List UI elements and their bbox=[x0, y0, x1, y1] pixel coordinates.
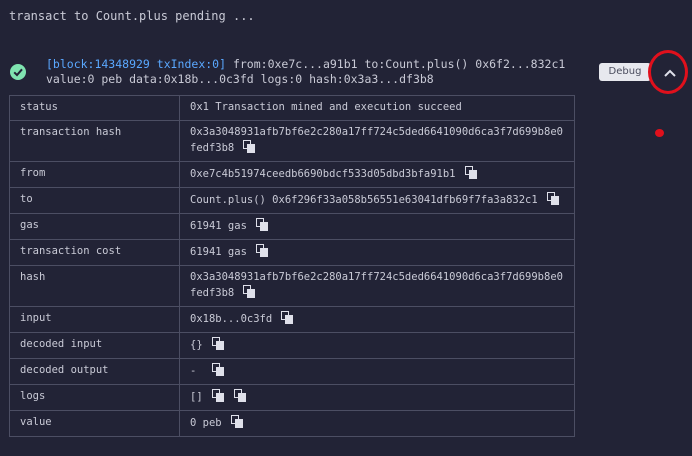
row-value: 61941 gas bbox=[179, 239, 575, 266]
row-value-text: 61941 gas bbox=[190, 220, 247, 232]
row-key: to bbox=[9, 187, 180, 214]
row-key: input bbox=[9, 306, 180, 333]
summary-line-1: [block:14348929 txIndex:0] from:0xe7c...… bbox=[46, 57, 565, 72]
table-row: from 0xe7c4b51974ceedb6690bdcf533d05dbd3b… bbox=[9, 161, 575, 188]
row-value: 0x3a3048931afb7bf6e2c280a17ff724c5ded664… bbox=[179, 265, 575, 307]
row-key: decoded input bbox=[9, 332, 180, 359]
check-circle-icon bbox=[10, 64, 26, 80]
row-value: 0x1 Transaction mined and execution succ… bbox=[179, 95, 575, 121]
row-key: value bbox=[9, 410, 180, 437]
copy-icon[interactable] bbox=[211, 363, 225, 376]
row-key: status bbox=[9, 95, 180, 121]
row-value: 61941 gas bbox=[179, 213, 575, 240]
row-value-text: 0x18b...0c3fd bbox=[190, 313, 273, 325]
copy-icon[interactable] bbox=[233, 389, 247, 402]
pending-status-text: transact to Count.plus pending ... bbox=[9, 9, 255, 23]
row-value: [] bbox=[179, 384, 575, 411]
table-row: decoded output - bbox=[9, 358, 575, 385]
copy-icon[interactable] bbox=[211, 337, 225, 350]
row-value: {} bbox=[179, 332, 575, 359]
transaction-summary[interactable]: [block:14348929 txIndex:0] from:0xe7c...… bbox=[46, 57, 565, 87]
block-index-label: [block:14348929 txIndex:0] bbox=[46, 57, 227, 71]
row-key: logs bbox=[9, 384, 180, 411]
copy-icon[interactable] bbox=[243, 285, 256, 298]
row-value-text: 0x1 Transaction mined and execution succ… bbox=[190, 101, 462, 113]
copy-icon[interactable] bbox=[281, 311, 294, 324]
table-row: transaction cost 61941 gas bbox=[9, 239, 575, 266]
table-row: decoded input {} bbox=[9, 332, 575, 359]
row-value-text: [] bbox=[190, 391, 203, 403]
row-value: 0x18b...0c3fd bbox=[179, 306, 575, 333]
row-key: transaction hash bbox=[9, 120, 180, 162]
row-value: 0x3a3048931afb7bf6e2c280a17ff724c5ded664… bbox=[179, 120, 575, 162]
table-row: transaction hash 0x3a3048931afb7bf6e2c280… bbox=[9, 120, 575, 162]
copy-icon[interactable] bbox=[255, 218, 269, 231]
copy-icon[interactable] bbox=[230, 415, 244, 428]
table-row: value 0 peb bbox=[9, 410, 575, 437]
table-row: logs [] bbox=[9, 384, 575, 411]
annotation-circle bbox=[648, 50, 688, 94]
table-row: status 0x1 Transaction mined and executio… bbox=[9, 95, 575, 121]
row-key: transaction cost bbox=[9, 239, 180, 266]
row-value-text: 0 peb bbox=[190, 417, 222, 429]
copy-icon[interactable] bbox=[243, 140, 256, 153]
row-value-text: Count.plus() 0x6f296f33a058b56551e63041d… bbox=[190, 194, 538, 206]
row-value: 0xe7c4b51974ceedb6690bdcf533d05dbd3bfa91… bbox=[179, 161, 575, 188]
row-value-text: 0xe7c4b51974ceedb6690bdcf533d05dbd3bfa91… bbox=[190, 168, 456, 180]
annotation-dot bbox=[655, 129, 664, 137]
row-value: 0 peb bbox=[179, 410, 575, 437]
summary-line-2: value:0 peb data:0x18b...0c3fd logs:0 ha… bbox=[46, 72, 434, 86]
copy-icon[interactable] bbox=[255, 244, 269, 257]
row-value: Count.plus() 0x6f296f33a058b56551e63041d… bbox=[179, 187, 575, 214]
row-value-text: - bbox=[190, 365, 203, 377]
copy-icon[interactable] bbox=[546, 192, 560, 205]
table-row: to Count.plus() 0x6f296f33a058b56551e6304… bbox=[9, 187, 575, 214]
debug-button[interactable]: Debug bbox=[599, 63, 651, 81]
copy-icon[interactable] bbox=[464, 166, 478, 179]
row-value: - bbox=[179, 358, 575, 385]
summary-from-to: from:0xe7c...a91b1 to:Count.plus() 0x6f2… bbox=[232, 57, 566, 71]
table-row: hash 0x3a3048931afb7bf6e2c280a17ff724c5de… bbox=[9, 265, 575, 307]
row-value-text: {} bbox=[190, 339, 203, 351]
row-value-text: 61941 gas bbox=[190, 246, 247, 258]
row-key: from bbox=[9, 161, 180, 188]
table-row: input 0x18b...0c3fd bbox=[9, 306, 575, 333]
table-row: gas 61941 gas bbox=[9, 213, 575, 240]
row-key: decoded output bbox=[9, 358, 180, 385]
row-key: hash bbox=[9, 265, 180, 307]
copy-icon[interactable] bbox=[211, 389, 225, 402]
row-key: gas bbox=[9, 213, 180, 240]
transaction-details-table: status 0x1 Transaction mined and executio… bbox=[9, 95, 575, 437]
